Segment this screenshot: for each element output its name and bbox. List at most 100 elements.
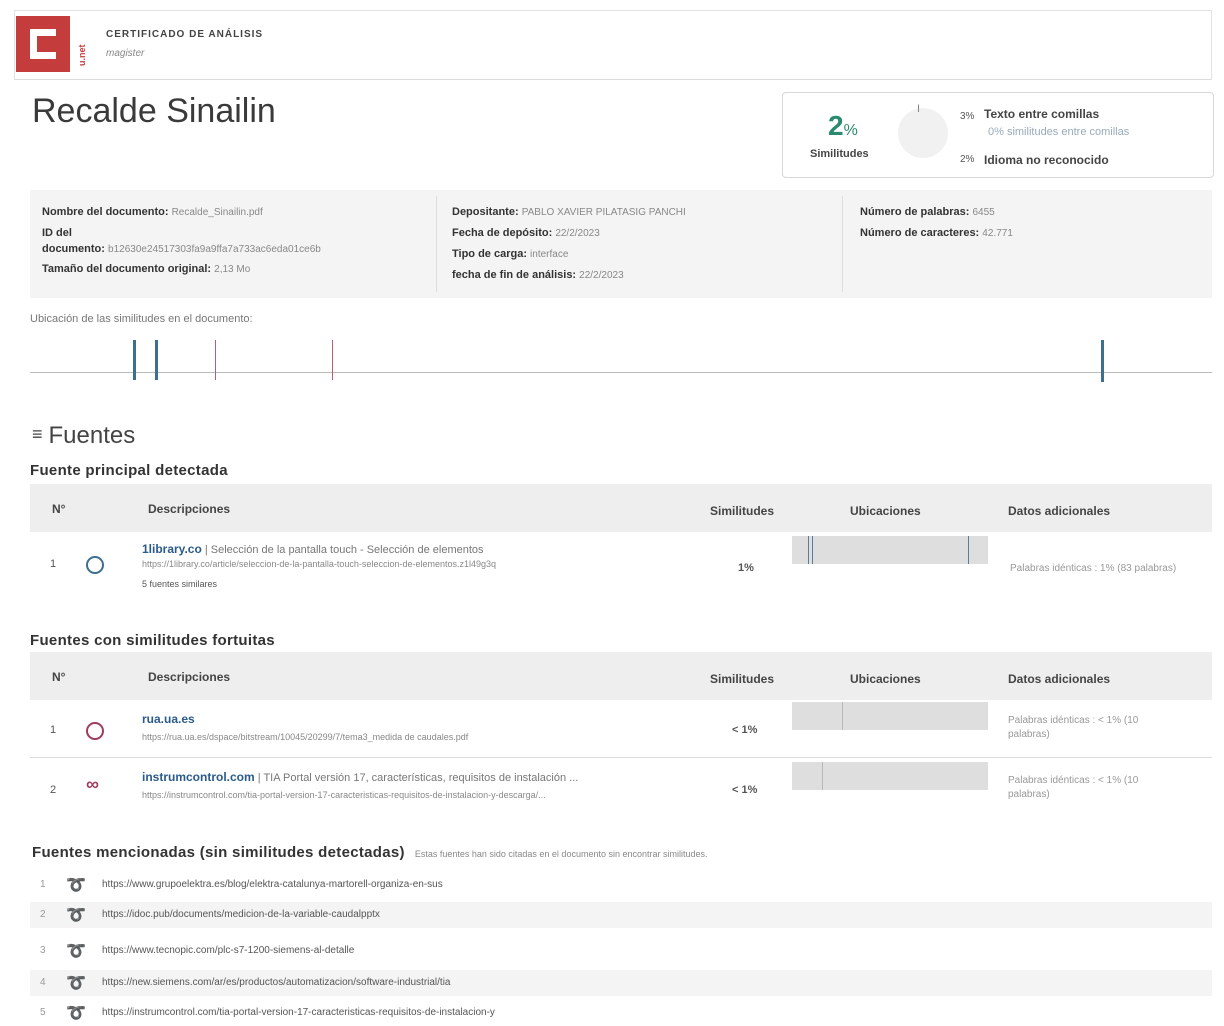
language-percent: 2% [960, 154, 975, 165]
deposit-date-label: Fecha de depósito: [452, 227, 553, 239]
list-number: 3 [40, 945, 46, 956]
location-bar[interactable] [792, 762, 988, 790]
broken-link-icon: ➰ [66, 943, 86, 960]
sources-heading: ≡ Fuentes [32, 422, 135, 450]
source-url[interactable]: https://rua.ua.es/dspace/bitstream/10045… [142, 732, 468, 742]
document-title: Recalde Sinailin [32, 92, 276, 130]
broken-link-icon: ➰ [66, 907, 86, 924]
analysis-end-label: fecha de fin de análisis: [452, 269, 577, 281]
additional-data-line: palabras) [1008, 789, 1050, 800]
row-number: 1 [50, 558, 57, 570]
globe-icon [86, 556, 104, 574]
mentioned-url[interactable]: https://idoc.pub/documents/medicion-de-l… [102, 909, 380, 920]
col-similarities: Similitudes [710, 504, 775, 518]
source-description[interactable]: 1library.co | Selección de la pantalla t… [142, 542, 484, 556]
location-mark[interactable] [332, 340, 333, 380]
source-description[interactable]: rua.ua.es [142, 712, 195, 726]
char-count-label: Número de caracteres: [860, 227, 980, 239]
source-site[interactable]: instrumcontrol.com [142, 770, 255, 784]
upload-type-value: interface [530, 249, 569, 260]
location-mark[interactable] [133, 340, 136, 380]
row-number: 1 [50, 724, 57, 736]
doc-id-label-2: documento: [42, 243, 105, 255]
fortuitous-sources-heading: Fuentes con similitudes fortuitas [30, 632, 275, 649]
table-row[interactable]: 1 rua.ua.es https://rua.ua.es/dspace/bit… [30, 702, 1212, 756]
info-col-deposit: Depositante: PABLO XAVIER PILATASIG PANC… [452, 202, 686, 286]
info-col-document: Nombre del documento: Recalde_Sinailin.p… [42, 202, 321, 280]
col-similarities: Similitudes [710, 672, 775, 686]
similarity-donut-chart [898, 108, 948, 158]
info-divider [842, 196, 843, 292]
sources-heading-text: Fuentes [48, 422, 136, 449]
col-locations: Ubicaciones [850, 504, 921, 518]
additional-data: Palabras idénticas : 1% (83 palabras) [1010, 563, 1177, 574]
certificate-subtitle: magister [106, 48, 145, 59]
source-description[interactable]: instrumcontrol.com | TIA Portal versión … [142, 770, 578, 784]
additional-data-line: palabras) [1008, 729, 1050, 740]
main-source-heading: Fuente principal detectada [30, 462, 228, 479]
logo-side-text: u.net [77, 44, 87, 67]
mentioned-url[interactable]: https://instrumcontrol.com/tia-portal-ve… [102, 1007, 495, 1018]
col-descriptions: Descripciones [148, 670, 231, 684]
info-col-counts: Número de palabras: 6455 Número de carac… [860, 202, 1013, 244]
broken-link-icon: ➰ [66, 975, 86, 992]
similarity-label: Similitudes [810, 148, 869, 160]
similarity-value: < 1% [732, 724, 758, 736]
location-mark[interactable] [155, 340, 158, 380]
compilatio-logo [16, 16, 70, 72]
col-descriptions: Descripciones [148, 502, 231, 516]
similarity-percent-unit: % [843, 122, 858, 139]
doc-id-label-1: ID del [42, 227, 72, 239]
char-count-value: 42.771 [982, 228, 1013, 239]
col-additional-data: Datos adicionales [1008, 504, 1111, 518]
certificate-header [14, 10, 1212, 80]
doc-name-label: Nombre del documento: [42, 206, 169, 218]
list-item[interactable]: 4 ➰ https://new.siemens.com/ar/es/produc… [30, 970, 1212, 996]
location-label: Ubicación de las similitudes en el docum… [30, 313, 253, 325]
list-item[interactable]: 1 ➰ https://www.grupoelektra.es/blog/ele… [30, 872, 1212, 898]
col-number: N° [52, 502, 66, 516]
location-track [30, 372, 1212, 373]
source-site[interactable]: 1library.co [142, 542, 202, 556]
source-title: | TIA Portal versión 17, características… [254, 772, 579, 784]
location-mark[interactable] [215, 340, 216, 380]
main-source-table-header: N° Descripciones Similitudes Ubicaciones… [30, 484, 1212, 532]
list-item[interactable]: 2 ➰ https://idoc.pub/documents/medicion-… [30, 902, 1212, 928]
word-count-value: 6455 [972, 207, 995, 218]
list-item[interactable]: 3 ➰ https://www.tecnopic.com/plc-s7-1200… [30, 938, 1212, 964]
row-number: 2 [50, 784, 57, 796]
mentioned-url[interactable]: https://new.siemens.com/ar/es/productos/… [102, 977, 451, 988]
location-bar[interactable] [792, 536, 988, 564]
similarity-percent: 2% [828, 110, 858, 142]
similarity-percent-value: 2 [828, 110, 844, 141]
location-bar[interactable] [792, 702, 988, 730]
table-row[interactable]: 2 ∞ instrumcontrol.com | TIA Portal vers… [30, 760, 1212, 814]
list-item[interactable]: 5 ➰ https://instrumcontrol.com/tia-porta… [30, 1000, 1212, 1026]
source-url[interactable]: https://instrumcontrol.com/tia-portal-ve… [142, 790, 546, 800]
word-count-label: Número de palabras: [860, 206, 970, 218]
upload-type-label: Tipo de carga: [452, 248, 527, 260]
similar-sources-link[interactable]: 5 fuentes similares [142, 579, 217, 589]
mentioned-url[interactable]: https://www.tecnopic.com/plc-s7-1200-sie… [102, 945, 354, 956]
globe-icon [86, 722, 104, 740]
depositor-label: Depositante: [452, 206, 519, 218]
mentioned-url[interactable]: https://www.grupoelektra.es/blog/elektra… [102, 879, 443, 890]
source-site[interactable]: rua.ua.es [142, 712, 195, 726]
table-row[interactable]: 1 1library.co | Selección de la pantalla… [30, 534, 1212, 602]
source-url[interactable]: https://1library.co/article/seleccion-de… [142, 559, 496, 569]
list-number: 5 [40, 1007, 46, 1018]
location-tick [968, 536, 969, 564]
col-locations: Ubicaciones [850, 672, 921, 686]
depositor-value: PABLO XAVIER PILATASIG PANCHI [521, 207, 686, 218]
list-number: 1 [40, 879, 46, 890]
mentioned-sources-note: Estas fuentes han sido citadas en el doc… [414, 849, 708, 859]
quote-percent: 3% [960, 111, 975, 122]
additional-data: Palabras idénticas : < 1% (10 palabras) [1008, 714, 1138, 742]
mentioned-sources-heading: Fuentes mencionadas (sin similitudes det… [32, 844, 708, 861]
location-mark[interactable] [1101, 340, 1104, 382]
location-tick [822, 762, 823, 790]
quote-label: Texto entre comillas [984, 107, 1100, 121]
deposit-date-value: 22/2/2023 [555, 228, 600, 239]
additional-data-line: Palabras idénticas : < 1% (10 [1008, 775, 1139, 786]
location-tick [842, 702, 843, 730]
